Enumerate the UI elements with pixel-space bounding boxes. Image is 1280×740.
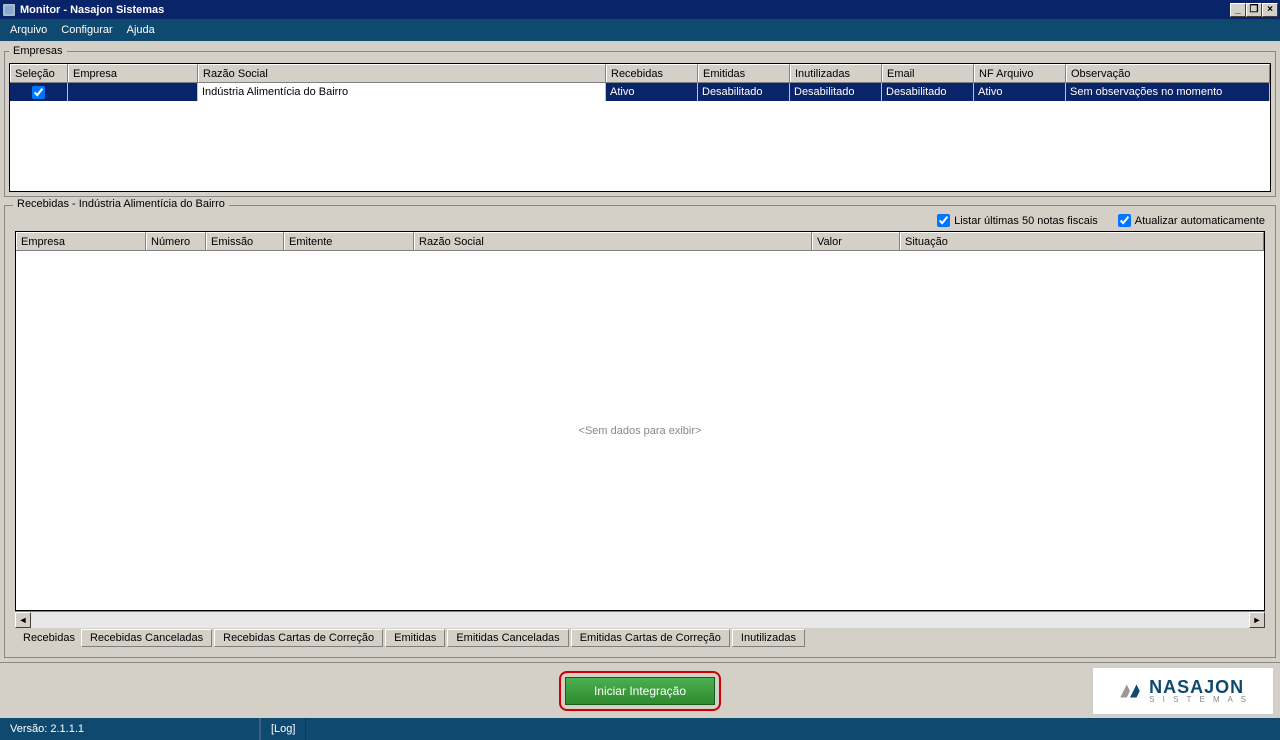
cell-email[interactable]: Desabilitado (882, 83, 974, 101)
cell-selecao[interactable] (10, 83, 68, 101)
start-button-highlight: Iniciar Integração (559, 671, 721, 711)
maximize-button[interactable]: ❐ (1246, 3, 1262, 17)
start-integration-button[interactable]: Iniciar Integração (565, 677, 715, 705)
cell-nfarquivo[interactable]: Ativo (974, 83, 1066, 101)
col-emitidas[interactable]: Emitidas (698, 64, 790, 82)
brand-logo: NASAJON S I S T E M A S (1092, 667, 1274, 715)
status-log[interactable]: [Log] (260, 718, 306, 740)
checkbox-atualizar[interactable] (1118, 214, 1131, 227)
scroll-left-button[interactable]: ◄ (15, 612, 31, 628)
detail-group: Recebidas - Indústria Alimentícia do Bai… (4, 205, 1276, 658)
col-razao[interactable]: Razão Social (198, 64, 606, 82)
detail-header-row: Empresa Número Emissão Emitente Razão So… (16, 232, 1264, 251)
empresas-legend: Empresas (9, 45, 67, 57)
cell-emitidas[interactable]: Desabilitado (698, 83, 790, 101)
main-body: Empresas Seleção Empresa Razão Social Re… (0, 41, 1280, 718)
dcol-emissao[interactable]: Emissão (206, 232, 284, 250)
col-inutilizadas[interactable]: Inutilizadas (790, 64, 882, 82)
col-nfarquivo[interactable]: NF Arquivo (974, 64, 1066, 82)
tab-recebidas-cartas[interactable]: Recebidas Cartas de Correção (214, 629, 383, 647)
detail-empty: <Sem dados para exibir> (16, 251, 1264, 610)
cell-empresa[interactable] (68, 83, 198, 101)
dcol-razao[interactable]: Razão Social (414, 232, 812, 250)
empty-message: <Sem dados para exibir> (579, 425, 702, 437)
horizontal-scrollbar[interactable]: ◄ ► (15, 611, 1265, 627)
cell-recebidas[interactable]: Ativo (606, 83, 698, 101)
footer: Iniciar Integração NASAJON S I S T E M A… (0, 662, 1280, 718)
empresas-empty-space (10, 101, 1270, 191)
options-row: Listar últimas 50 notas fiscais Atualiza… (9, 212, 1271, 231)
opt-atualizar-label: Atualizar automaticamente (1135, 215, 1265, 227)
brand-name: NASAJON (1149, 678, 1249, 696)
scroll-track[interactable] (31, 612, 1249, 628)
col-selecao[interactable]: Seleção (10, 64, 68, 82)
dcol-empresa[interactable]: Empresa (16, 232, 146, 250)
detail-legend: Recebidas - Indústria Alimentícia do Bai… (13, 198, 229, 210)
col-email[interactable]: Email (882, 64, 974, 82)
tabs-row: Recebidas Recebidas Canceladas Recebidas… (9, 627, 1271, 653)
menu-configurar[interactable]: Configurar (61, 24, 112, 36)
tab-emitidas-canceladas[interactable]: Emitidas Canceladas (447, 629, 568, 647)
dcol-situacao[interactable]: Situação (900, 232, 1264, 250)
scroll-right-button[interactable]: ► (1249, 612, 1265, 628)
dcol-numero[interactable]: Número (146, 232, 206, 250)
minimize-button[interactable]: _ (1230, 3, 1246, 17)
statusbar: Versão: 2.1.1.1 [Log] (0, 718, 1280, 740)
col-recebidas[interactable]: Recebidas (606, 64, 698, 82)
tab-recebidas[interactable]: Recebidas (15, 629, 79, 647)
checkbox-listar[interactable] (937, 214, 950, 227)
window-title: Monitor - Nasajon Sistemas (20, 4, 1230, 16)
tab-recebidas-canceladas[interactable]: Recebidas Canceladas (81, 629, 212, 647)
col-obs[interactable]: Observação (1066, 64, 1270, 82)
tab-inutilizadas[interactable]: Inutilizadas (732, 629, 805, 647)
dcol-valor[interactable]: Valor (812, 232, 900, 250)
cell-razao[interactable]: Indústria Alimentícia do Bairro (198, 83, 606, 101)
opt-listar-label: Listar últimas 50 notas fiscais (954, 215, 1098, 227)
opt-atualizar[interactable]: Atualizar automaticamente (1118, 214, 1265, 227)
empresas-grid[interactable]: Seleção Empresa Razão Social Recebidas E… (9, 63, 1271, 192)
titlebar: Monitor - Nasajon Sistemas _ ❐ × (0, 0, 1280, 19)
status-version: Versão: 2.1.1.1 (0, 718, 260, 740)
row-checkbox[interactable] (32, 86, 45, 99)
empresas-row[interactable]: Indústria Alimentícia do Bairro Ativo De… (10, 83, 1270, 101)
tab-emitidas-cartas[interactable]: Emitidas Cartas de Correção (571, 629, 730, 647)
close-button[interactable]: × (1262, 3, 1278, 17)
brand-text: NASAJON S I S T E M A S (1149, 678, 1249, 704)
col-empresa[interactable]: Empresa (68, 64, 198, 82)
tab-emitidas[interactable]: Emitidas (385, 629, 445, 647)
menu-arquivo[interactable]: Arquivo (10, 24, 47, 36)
dcol-emitente[interactable]: Emitente (284, 232, 414, 250)
brand-sub: S I S T E M A S (1149, 696, 1249, 704)
opt-listar[interactable]: Listar últimas 50 notas fiscais (937, 214, 1098, 227)
cell-obs[interactable]: Sem observações no momento (1066, 83, 1270, 101)
app-icon (2, 3, 16, 17)
menu-ajuda[interactable]: Ajuda (127, 24, 155, 36)
logo-icon (1117, 678, 1143, 704)
cell-inutilizadas[interactable]: Desabilitado (790, 83, 882, 101)
menubar: Arquivo Configurar Ajuda (0, 19, 1280, 41)
empresas-header-row: Seleção Empresa Razão Social Recebidas E… (10, 64, 1270, 83)
window-buttons: _ ❐ × (1230, 3, 1278, 17)
detail-grid[interactable]: Empresa Número Emissão Emitente Razão So… (15, 231, 1265, 611)
empresas-group: Empresas Seleção Empresa Razão Social Re… (4, 45, 1276, 197)
